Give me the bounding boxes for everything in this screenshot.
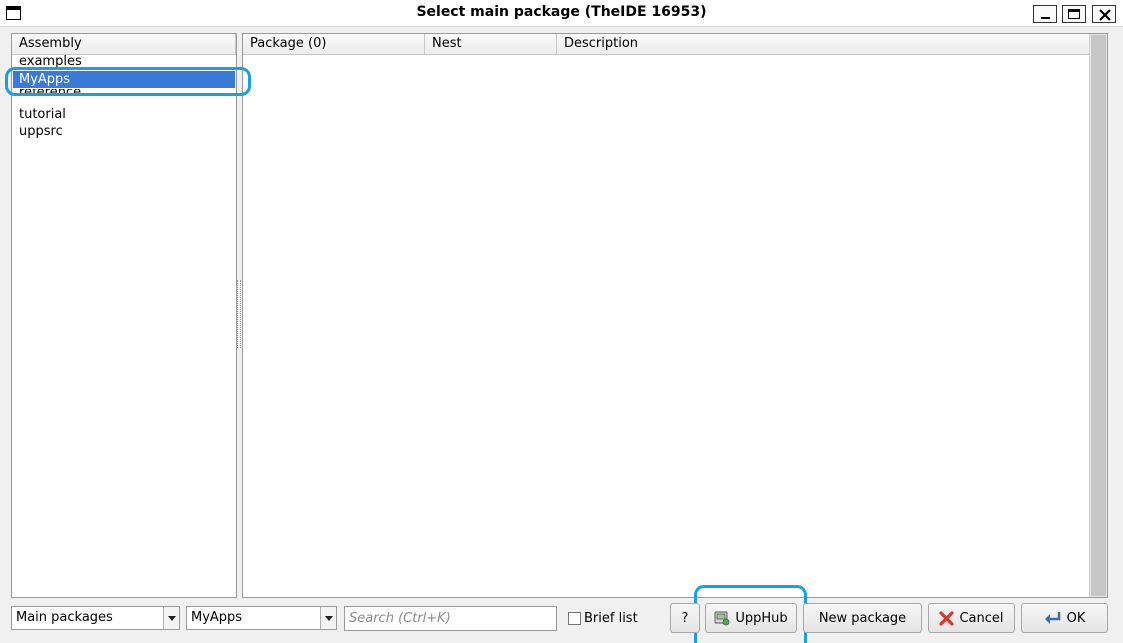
- description-column-header[interactable]: Description: [557, 34, 1089, 55]
- help-button[interactable]: ?: [670, 603, 700, 633]
- scrollbar-thumb[interactable]: [1091, 35, 1106, 596]
- panel-splitter[interactable]: [237, 280, 241, 348]
- package-filter-value: Main packages: [16, 610, 113, 625]
- assembly-header: Assembly: [12, 34, 236, 55]
- assembly-list[interactable]: Assembly examples reference MyApps tutor…: [11, 33, 237, 598]
- brief-list-label: Brief list: [584, 610, 638, 626]
- ok-button[interactable]: OK: [1021, 603, 1108, 633]
- chevron-down-icon[interactable]: [320, 607, 336, 629]
- ok-label: OK: [1066, 610, 1086, 626]
- close-button[interactable]: [1092, 5, 1116, 23]
- title-bar: Select main package (TheIDE 16953): [0, 0, 1123, 27]
- new-package-label: New package: [818, 610, 907, 626]
- cancel-label: Cancel: [959, 610, 1004, 626]
- brief-list-option[interactable]: Brief list: [568, 610, 638, 626]
- minimize-button[interactable]: [1033, 5, 1057, 23]
- maximize-button[interactable]: [1062, 5, 1086, 23]
- brief-list-checkbox[interactable]: [568, 611, 581, 625]
- nest-column-header[interactable]: Nest: [425, 34, 557, 55]
- package-header: Package (0) Nest Description: [243, 34, 1089, 55]
- close-icon: [1099, 9, 1111, 21]
- package-list-scrollbar[interactable]: [1089, 34, 1107, 597]
- minimize-icon: [1041, 17, 1050, 19]
- enter-arrow-icon: [1044, 612, 1060, 624]
- search-input[interactable]: [349, 607, 554, 629]
- package-filter-dropdown[interactable]: Main packages: [11, 606, 180, 630]
- assembly-item-examples[interactable]: examples: [13, 55, 235, 67]
- cancel-x-icon: [939, 610, 955, 626]
- upphub-button[interactable]: UppHub: [705, 603, 797, 633]
- assembly-dropdown[interactable]: MyApps: [186, 606, 337, 630]
- new-package-button[interactable]: New package: [803, 603, 922, 633]
- assembly-column-header[interactable]: Assembly: [12, 34, 236, 55]
- help-label: ?: [681, 610, 689, 626]
- package-column-header[interactable]: Package (0): [243, 34, 425, 55]
- upphub-icon: [714, 611, 730, 626]
- search-box[interactable]: [344, 606, 557, 631]
- assembly-item-uppsrc[interactable]: uppsrc: [13, 123, 235, 140]
- upphub-label: UppHub: [735, 610, 788, 626]
- chevron-down-icon[interactable]: [163, 607, 179, 629]
- cancel-button[interactable]: Cancel: [928, 603, 1015, 633]
- assembly-item-reference[interactable]: reference: [13, 89, 235, 103]
- maximize-icon: [1068, 9, 1080, 19]
- window-title: Select main package (TheIDE 16953): [416, 4, 707, 20]
- assembly-item-myapps[interactable]: MyApps: [13, 71, 235, 88]
- assembly-item-tutorial[interactable]: tutorial: [13, 106, 235, 123]
- package-list[interactable]: Package (0) Nest Description: [242, 33, 1108, 598]
- assembly-dropdown-value: MyApps: [191, 610, 243, 625]
